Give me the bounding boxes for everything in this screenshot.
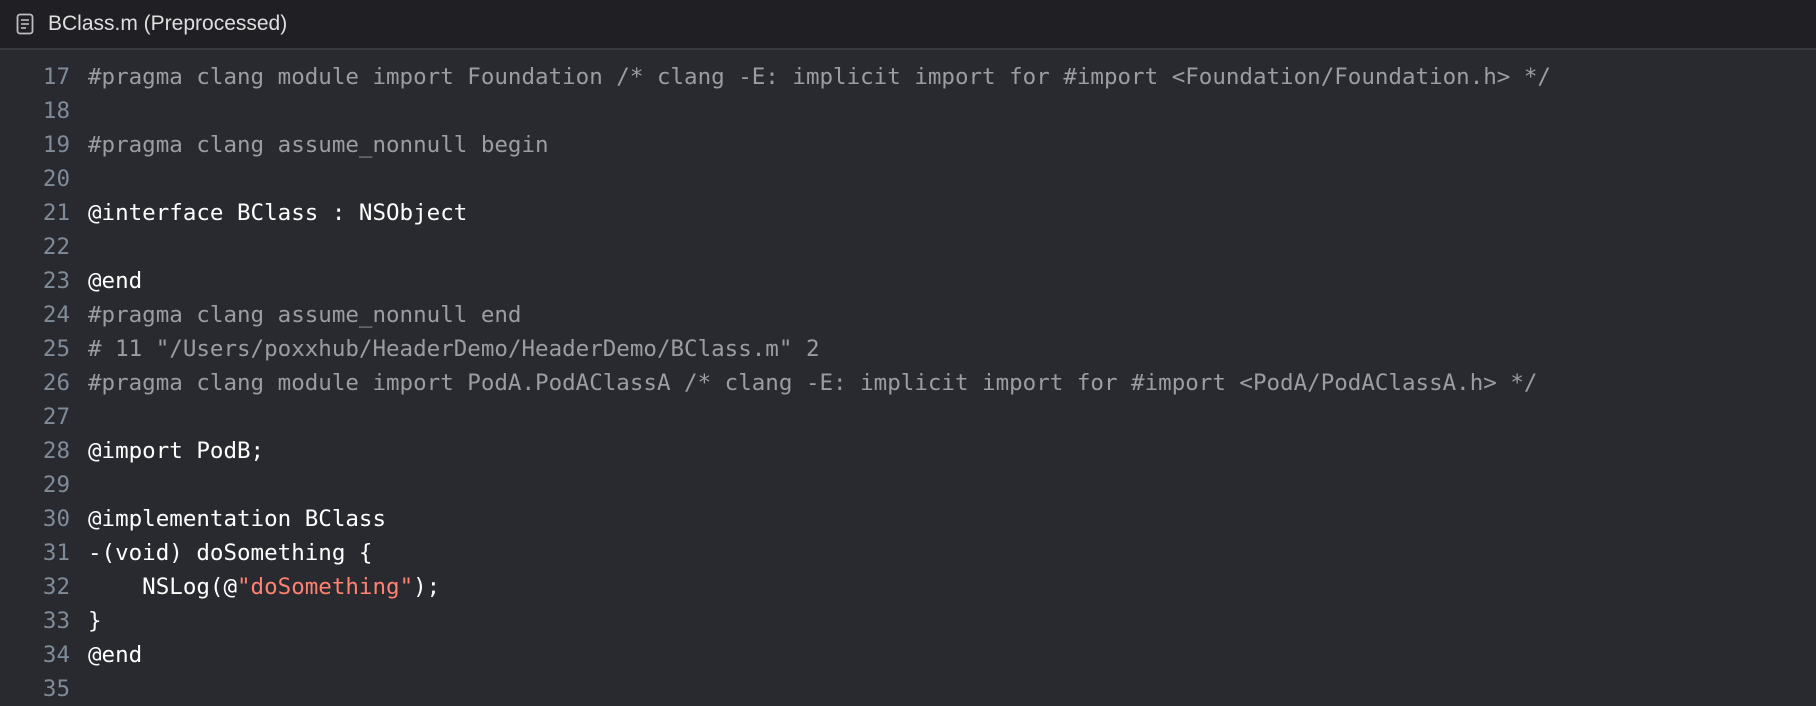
- string-literal: "doSomething": [237, 574, 414, 600]
- code-line[interactable]: 32 NSLog(@"doSomething");: [0, 570, 1816, 604]
- code-text: @implementation BClass: [70, 502, 386, 536]
- line-number: 30: [42, 506, 70, 532]
- document-icon[interactable]: [12, 11, 38, 37]
- line-number: 21: [42, 200, 70, 226]
- line-number: 33: [42, 608, 70, 634]
- line-number: 25: [42, 336, 70, 362]
- code-token: -(void) doSomething {: [88, 540, 373, 566]
- code-line[interactable]: 27: [0, 400, 1816, 434]
- line-number: 28: [42, 438, 70, 464]
- code-token: NSLog(@: [88, 574, 238, 600]
- code-text: NSLog(@"doSomething");: [70, 570, 440, 604]
- code-text: @import PodB;: [70, 434, 264, 468]
- code-line[interactable]: 34 @end: [0, 638, 1816, 672]
- code-line[interactable]: 29: [0, 468, 1816, 502]
- preprocessor-directive: #pragma clang assume_nonnull end: [88, 302, 522, 328]
- code-text: @end: [70, 264, 142, 298]
- code-text: @interface BClass : NSObject: [70, 196, 467, 230]
- code-line[interactable]: 25 # 11 "/Users/poxxhub/HeaderDemo/Header…: [0, 332, 1816, 366]
- file-title[interactable]: BClass.m (Preprocessed): [48, 12, 287, 36]
- code-line[interactable]: 26 #pragma clang module import PodA.PodAC…: [0, 366, 1816, 400]
- code-editor[interactable]: 17 #pragma clang module import Foundation…: [0, 50, 1816, 706]
- line-number: 19: [42, 132, 70, 158]
- line-number: 27: [42, 404, 70, 430]
- code-text: #pragma clang assume_nonnull end: [70, 298, 521, 332]
- code-token: }: [88, 608, 102, 634]
- line-number: 31: [42, 540, 70, 566]
- code-token: @end: [88, 268, 143, 294]
- preprocessor-directive: #pragma clang module import Foundation /…: [88, 64, 1551, 90]
- code-token: @interface BClass : NSObject: [88, 200, 468, 226]
- code-line[interactable]: 30 @implementation BClass: [0, 502, 1816, 536]
- code-text: #pragma clang module import PodA.PodACla…: [70, 366, 1537, 400]
- code-token: );: [413, 574, 441, 600]
- code-token: @end: [88, 642, 143, 668]
- preprocessor-directive: #pragma clang module import PodA.PodACla…: [88, 370, 1538, 396]
- code-line[interactable]: 19 #pragma clang assume_nonnull begin: [0, 128, 1816, 162]
- editor-window: BClass.m (Preprocessed) 17 #pragma clang …: [0, 0, 1816, 706]
- line-number: 22: [42, 234, 70, 260]
- line-number: 32: [42, 574, 70, 600]
- line-number: 29: [42, 472, 70, 498]
- code-line[interactable]: 21 @interface BClass : NSObject: [0, 196, 1816, 230]
- code-token: @implementation BClass: [88, 506, 387, 532]
- code-line[interactable]: 33}: [0, 604, 1816, 638]
- line-number: 23: [42, 268, 70, 294]
- code-line[interactable]: 24 #pragma clang assume_nonnull end: [0, 298, 1816, 332]
- code-line[interactable]: 35: [0, 672, 1816, 706]
- code-line[interactable]: 22: [0, 230, 1816, 264]
- line-number: 34: [42, 642, 70, 668]
- code-text: # 11 "/Users/poxxhub/HeaderDemo/HeaderDe…: [70, 332, 820, 366]
- code-line[interactable]: 28 @import PodB;: [0, 434, 1816, 468]
- code-line[interactable]: 20: [0, 162, 1816, 196]
- line-number: 26: [42, 370, 70, 396]
- code-text: #pragma clang module import Foundation /…: [70, 60, 1551, 94]
- line-number: 20: [42, 166, 70, 192]
- code-line[interactable]: 23 @end: [0, 264, 1816, 298]
- code-text: @end: [70, 638, 142, 672]
- editor-tab-bar: BClass.m (Preprocessed): [0, 0, 1816, 50]
- line-number: 17: [42, 64, 70, 90]
- line-number: 18: [42, 98, 70, 124]
- preprocessor-directive: # 11 "/Users/poxxhub/HeaderDemo/HeaderDe…: [88, 336, 820, 362]
- line-number: 35: [42, 676, 70, 702]
- code-token: @import PodB;: [88, 438, 265, 464]
- code-text: }: [70, 604, 102, 638]
- code-line[interactable]: 18: [0, 94, 1816, 128]
- line-number: 24: [42, 302, 70, 328]
- code-text: #pragma clang assume_nonnull begin: [70, 128, 549, 162]
- preprocessor-directive: #pragma clang assume_nonnull begin: [88, 132, 549, 158]
- code-line[interactable]: 17 #pragma clang module import Foundation…: [0, 60, 1816, 94]
- code-text: -(void) doSomething {: [70, 536, 372, 570]
- code-line[interactable]: 31 -(void) doSomething {: [0, 536, 1816, 570]
